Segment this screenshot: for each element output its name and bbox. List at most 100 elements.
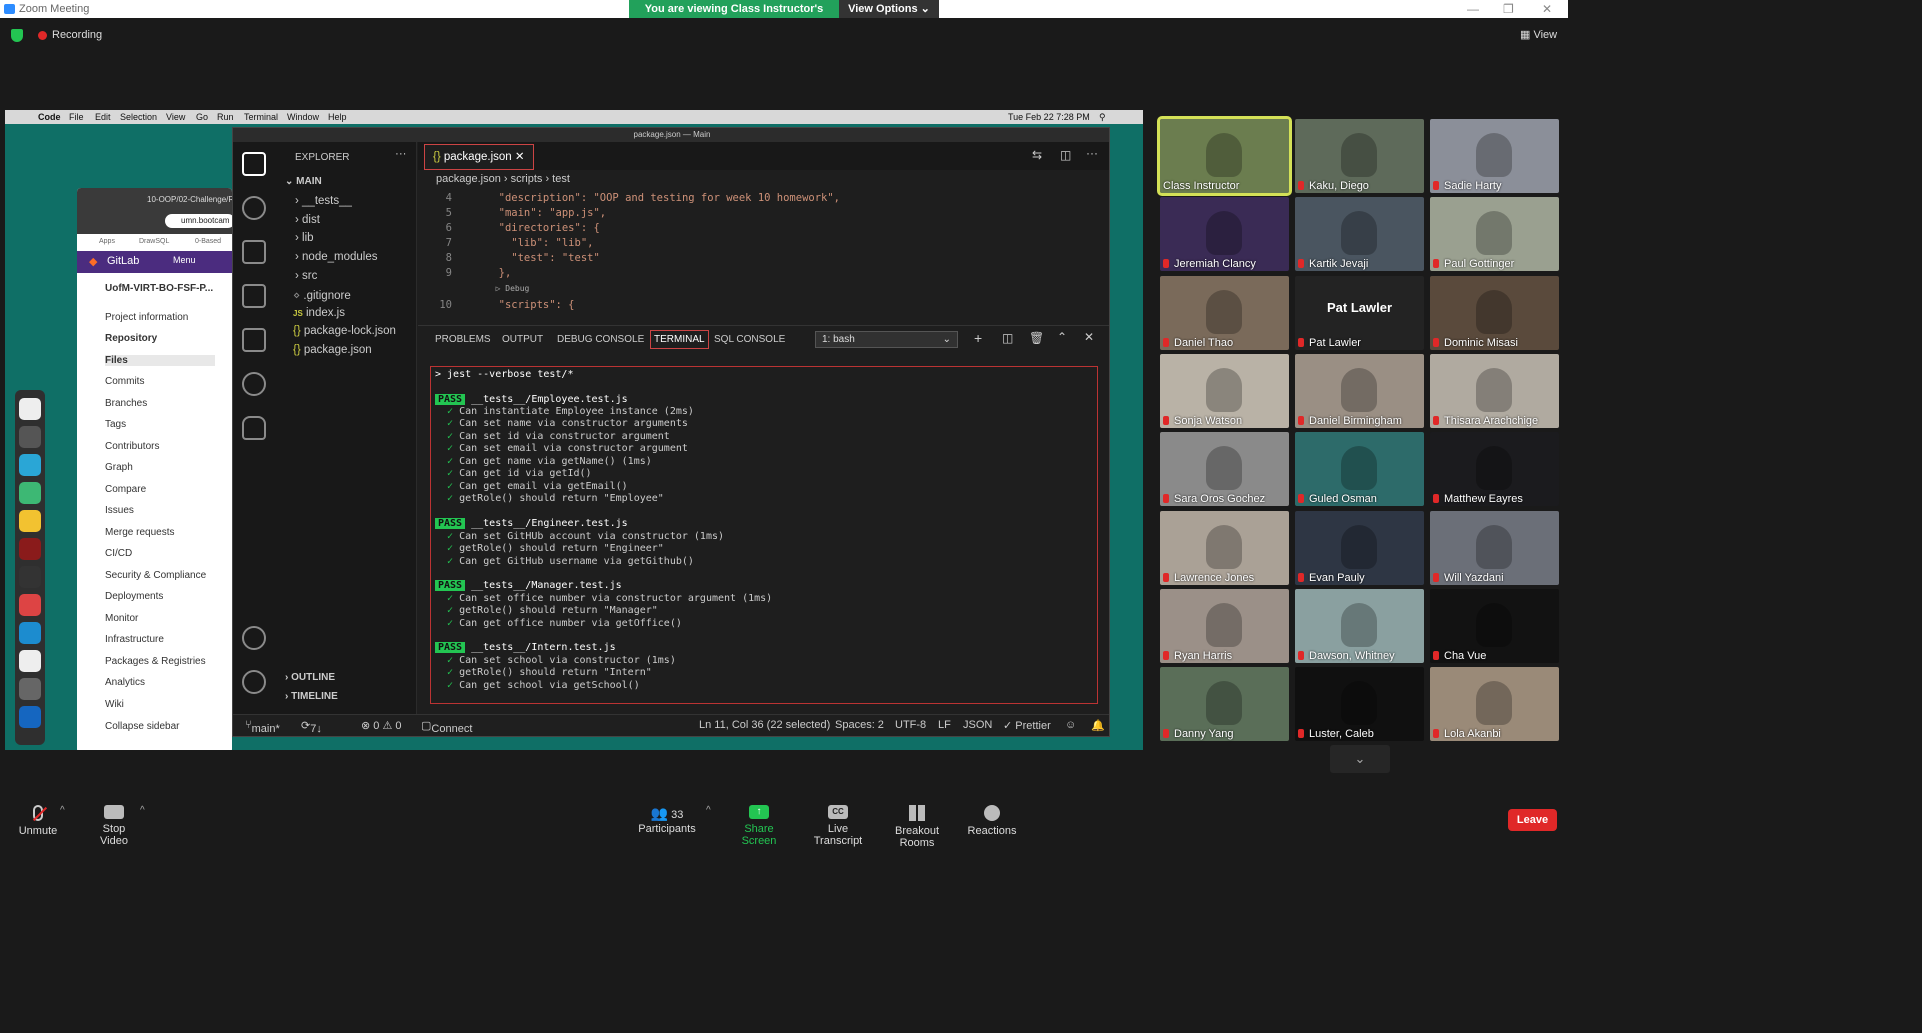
app-icon[interactable] (19, 454, 41, 476)
recording-label[interactable]: Recording (52, 29, 102, 41)
editor-tab[interactable]: {} package.json ✕ (424, 144, 534, 170)
app-icon[interactable] (19, 510, 41, 532)
code-line[interactable]: }, (486, 267, 512, 279)
participant-tile[interactable]: Paul Gottinger (1430, 197, 1559, 271)
nav-item[interactable]: Compare (105, 484, 146, 495)
participant-tile[interactable]: Lola Akanbi (1430, 667, 1559, 741)
participant-tile[interactable]: Daniel Birmingham (1295, 354, 1424, 428)
outline-section[interactable]: › OUTLINE (285, 672, 335, 683)
app-icon[interactable] (19, 594, 41, 616)
participant-tile[interactable]: Guled Osman (1295, 432, 1424, 506)
search-icon[interactable] (242, 196, 266, 220)
app-icon[interactable] (19, 426, 41, 448)
breadcrumb-item[interactable]: package.json (436, 173, 501, 185)
participant-tile[interactable]: Dawson, Whitney (1295, 589, 1424, 663)
nav-item[interactable]: Security & Compliance (105, 570, 206, 581)
view-button[interactable]: ▦ View (1520, 28, 1557, 41)
problems-indicator[interactable]: ⊗ 0 ⚠ 0 (361, 719, 401, 732)
participant-tile[interactable]: Pat Lawler Pat Lawler (1295, 276, 1424, 350)
source-control-icon[interactable] (242, 240, 266, 264)
nav-item[interactable]: Contributors (105, 441, 159, 452)
app-icon[interactable] (19, 398, 41, 420)
folder-item[interactable]: › dist (295, 214, 320, 226)
participant-tile[interactable]: Matthew Eayres (1430, 432, 1559, 506)
video-options-icon[interactable]: ^ (140, 805, 145, 816)
folder-item[interactable]: › node_modules (295, 251, 377, 263)
nav-item[interactable]: Wiki (105, 699, 124, 710)
mac-menu-item[interactable]: Selection (120, 112, 157, 122)
mac-menu-item[interactable]: Edit (95, 112, 111, 122)
audio-options-icon[interactable]: ^ (60, 805, 65, 816)
code-line[interactable]: "test": "test" (486, 252, 600, 264)
indentation[interactable]: Spaces: 2 (835, 719, 884, 731)
app-icon[interactable] (19, 622, 41, 644)
compare-icon[interactable]: ⇆ (1032, 148, 1042, 162)
database-icon[interactable] (242, 416, 266, 440)
breadcrumb-item[interactable]: scripts (511, 173, 543, 185)
participant-tile[interactable]: Danny Yang (1160, 667, 1289, 741)
participant-tile[interactable]: Cha Vue (1430, 589, 1559, 663)
nav-item[interactable]: Deployments (105, 591, 163, 602)
timeline-section[interactable]: › TIMELINE (285, 691, 338, 702)
app-icon[interactable] (19, 566, 41, 588)
leave-button[interactable]: Leave (1508, 809, 1557, 831)
mac-menu-item[interactable]: File (69, 112, 84, 122)
stop-video-button[interactable]: Stop Video (88, 805, 140, 847)
participant-tile[interactable]: Sadie Harty (1430, 119, 1559, 193)
participant-tile[interactable]: Daniel Thao (1160, 276, 1289, 350)
maximize-panel-icon[interactable]: ⌃ (1057, 330, 1067, 344)
mac-menu-item[interactable]: Go (196, 112, 208, 122)
search-icon[interactable]: ⚲ (1099, 112, 1106, 123)
more-actions-icon[interactable]: ··· (395, 148, 407, 160)
nav-item[interactable]: Monitor (105, 613, 138, 624)
participant-tile[interactable]: Sara Oros Gochez (1160, 432, 1289, 506)
gallery-chevron-down-icon[interactable]: ⌄ (1330, 745, 1390, 773)
participant-tile[interactable]: Ryan Harris (1160, 589, 1289, 663)
mac-menu-item[interactable]: Help (328, 112, 347, 122)
extensions-icon[interactable] (242, 328, 266, 352)
add-terminal-icon[interactable]: + (974, 330, 982, 346)
split-editor-icon[interactable]: ◫ (1060, 148, 1071, 162)
encoding[interactable]: UTF-8 (895, 719, 926, 731)
app-icon[interactable] (19, 650, 41, 672)
code-line[interactable]: "main": "app.js", (486, 207, 606, 219)
participants-button[interactable]: 👥 33 Participants (638, 805, 696, 835)
browser-tab[interactable]: 10-OOP/02-Challenge/RE (147, 195, 232, 204)
participant-tile[interactable]: Jeremiah Clancy (1160, 197, 1289, 271)
view-options-button[interactable]: View Options ⌄ (839, 0, 939, 18)
participant-tile[interactable]: Kartik Jevaji (1295, 197, 1424, 271)
bookmark[interactable]: 0-Based (195, 238, 221, 245)
bookmark[interactable]: DrawSQL (139, 238, 169, 245)
code-line[interactable]: "scripts": { (486, 299, 575, 311)
participant-tile[interactable]: Dominic Misasi (1430, 276, 1559, 350)
breakout-rooms-button[interactable]: Breakout Rooms (880, 805, 954, 849)
app-icon[interactable] (19, 482, 41, 504)
split-terminal-icon[interactable]: ◫ (1002, 331, 1013, 345)
code-line[interactable]: "directories": { (486, 222, 600, 234)
participant-tile[interactable]: Kaku, Diego (1295, 119, 1424, 193)
mac-menu-item[interactable]: View (166, 112, 185, 122)
eol[interactable]: LF (938, 719, 951, 731)
nav-item[interactable]: Infrastructure (105, 634, 164, 645)
participant-tile[interactable]: Will Yazdani (1430, 511, 1559, 585)
participant-tile[interactable]: Thisara Arachchige (1430, 354, 1559, 428)
folder-item[interactable]: › lib (295, 232, 314, 244)
nav-item[interactable]: Project information (105, 312, 188, 323)
terminal-output[interactable]: > jest --verbose test/* PASS __tests__/E… (430, 366, 1098, 704)
project-name[interactable]: UofM-VIRT-BO-FSF-P... (105, 283, 213, 294)
file-item[interactable]: ⋄ .gitignore (293, 288, 351, 302)
participant-tile[interactable]: Sonja Watson (1160, 354, 1289, 428)
minimize-icon[interactable]: — (1467, 2, 1479, 16)
app-icon[interactable] (19, 706, 41, 728)
gitlab-label[interactable]: GitLab (107, 255, 139, 267)
nav-item[interactable]: Graph (105, 462, 133, 473)
file-item[interactable]: {} package.json (293, 344, 372, 356)
nav-item[interactable]: Merge requests (105, 527, 174, 538)
reactions-button[interactable]: Reactions (966, 805, 1018, 837)
trash-icon[interactable]: 🗑 (1029, 331, 1044, 345)
breadcrumb-item[interactable]: test (552, 173, 570, 185)
app-icon[interactable] (19, 538, 41, 560)
run-debug-icon[interactable] (242, 284, 266, 308)
bell-icon[interactable]: 🔔 (1091, 719, 1105, 732)
tab-problems[interactable]: PROBLEMS (435, 334, 491, 345)
